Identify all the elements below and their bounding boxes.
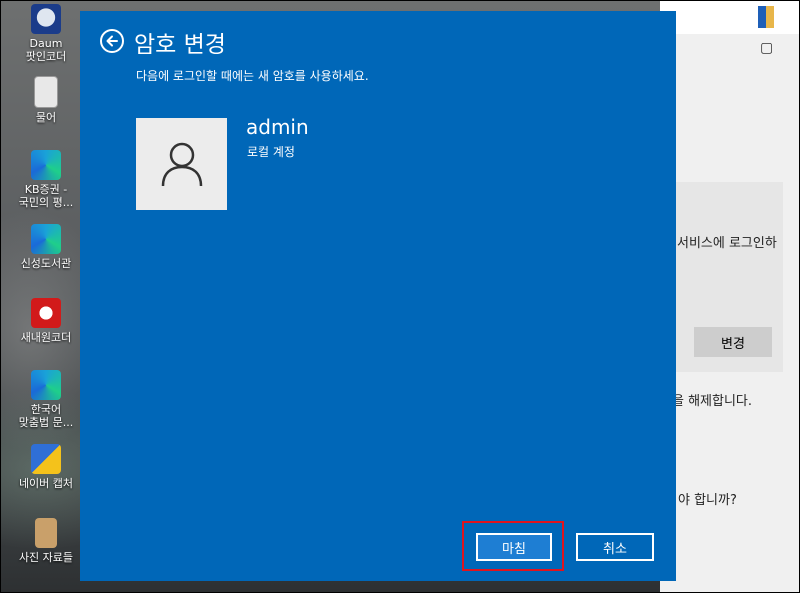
service-login-text: 서비스에 로그인하 [677,236,777,251]
desktop-icon-label: 물어 [35,111,57,124]
question-text: 야 합니까? [678,493,737,508]
desktop-icon-label: 신성도서관 [20,257,72,270]
window-restore-icon[interactable]: ▢ [760,40,773,56]
desktop-icon-label: 사진 자료들 [18,551,74,564]
desktop-icon-doc[interactable]: 물어 [8,76,84,124]
back-button[interactable] [100,29,124,53]
dialog-subtitle: 다음에 로그인할 때에는 새 암호를 사용하세요. [136,69,369,83]
desktop-icon-label: KB증권 - 국민의 평... [18,183,74,209]
capture-app-icon [31,444,61,474]
edge-shortcut-icon [31,370,61,400]
desktop-icon-photos[interactable]: 사진 자료들 [8,518,84,564]
desktop-icon-encoder[interactable]: 새내원코더 [8,298,84,344]
folder-icon [35,518,57,548]
release-text: 을 해제합니다. [672,394,753,409]
desktop-icon-label: 새내원코더 [20,331,72,344]
app-taskbar-icon [758,6,774,28]
finish-button[interactable]: 마침 [476,533,552,561]
edge-shortcut-icon [31,150,61,180]
desktop-icon-label: 네이버 캡처 [18,477,74,490]
document-icon [34,76,58,108]
user-icon [161,142,202,187]
username: admin [246,115,309,139]
window-title-bar [660,0,800,34]
arrow-left-icon [106,35,118,47]
avatar [136,118,227,210]
settings-window-background: ▢ 서비스에 로그인하 변경 을 해제합니다. 야 합니까? [660,0,800,593]
account-type: 로컬 계정 [247,145,295,159]
desktop-icon-label: 한국어 맞춤법 문... [18,403,74,429]
desktop-icon-label: Daum 팟인코더 [25,37,67,63]
desktop-icon-library[interactable]: 신성도서관 [8,224,84,270]
red-app-icon [31,298,61,328]
desktop-icon-capture[interactable]: 네이버 캡처 [8,444,84,490]
desktop-icon-spellcheck[interactable]: 한국어 맞춤법 문... [8,370,84,429]
edge-shortcut-icon [31,224,61,254]
change-password-dialog: 암호 변경 다음에 로그인할 때에는 새 암호를 사용하세요. admin 로컬… [80,11,676,581]
change-button[interactable]: 변경 [694,327,772,357]
cancel-button[interactable]: 취소 [576,533,654,561]
daum-potencoder-icon [31,4,61,34]
dialog-title: 암호 변경 [134,32,226,58]
desktop-icon-daum[interactable]: Daum 팟인코더 [8,4,84,63]
desktop-icon-kb[interactable]: KB증권 - 국민의 평... [8,150,84,209]
